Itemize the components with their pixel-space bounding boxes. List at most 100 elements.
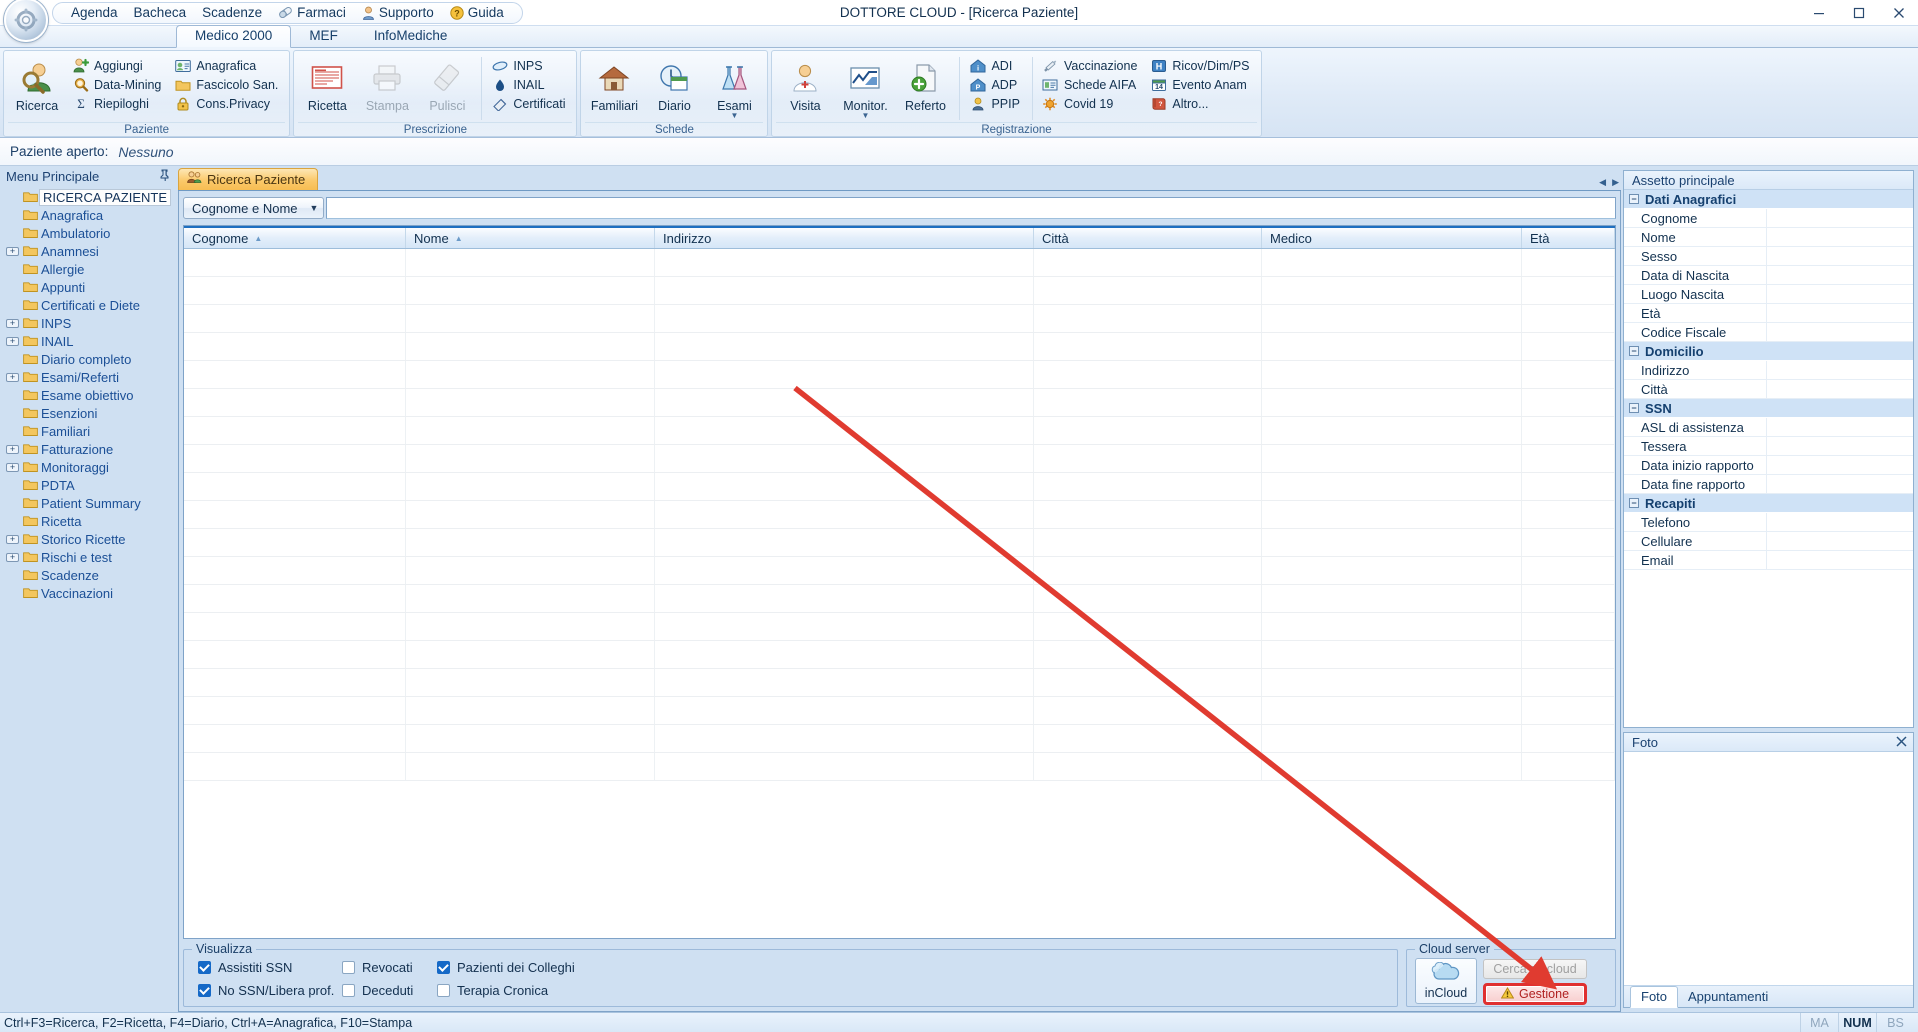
ribbon-button-fascicolo-sanitario[interactable]: Fascicolo San. xyxy=(170,75,285,94)
expand-icon[interactable]: + xyxy=(4,336,21,346)
search-input[interactable] xyxy=(326,197,1616,219)
sidebar-item-rischi-e-test[interactable]: + Rischi e test xyxy=(4,548,176,566)
ribbon-button-referto[interactable]: Referto xyxy=(896,55,954,116)
tab-prev-icon[interactable]: ◀ xyxy=(1599,177,1606,188)
menu-item-supporto[interactable]: Supporto xyxy=(354,3,442,22)
ribbon-tab-medico-2000[interactable]: Medico 2000 xyxy=(176,25,292,48)
tab-foto[interactable]: Foto xyxy=(1630,986,1679,1008)
menu-item-guida[interactable]: ? Guida xyxy=(442,3,512,22)
property-group-ssn[interactable]: − SSN xyxy=(1624,399,1913,418)
sidebar-item-familiari[interactable]: Familiari xyxy=(4,422,176,440)
ribbon-button-data-mining[interactable]: Data-Mining xyxy=(68,75,168,94)
property-value[interactable] xyxy=(1767,361,1913,379)
sidebar-item-monitoraggi[interactable]: + Monitoraggi xyxy=(4,458,176,476)
checkbox-box[interactable] xyxy=(437,984,450,997)
expand-icon[interactable]: + xyxy=(4,372,21,382)
expand-icon[interactable]: + xyxy=(4,444,21,454)
ribbon-button-altro[interactable]: ? Altro... xyxy=(1146,94,1256,113)
checkbox-revocati[interactable]: Revocati xyxy=(342,960,437,975)
ribbon-button-adp[interactable]: P ADP xyxy=(965,75,1027,94)
property-value[interactable] xyxy=(1767,513,1913,531)
ribbon-button-ricovero-dimissione-ps[interactable]: H Ricov/Dim/PS xyxy=(1146,56,1256,75)
table-row[interactable] xyxy=(184,501,1615,529)
ribbon-button-ppip[interactable]: PPIP xyxy=(965,94,1027,113)
collapse-icon[interactable]: − xyxy=(1629,194,1639,204)
chevron-down-icon[interactable]: ▼ xyxy=(862,112,870,120)
table-row[interactable] xyxy=(184,305,1615,333)
menu-item-scadenze[interactable]: Scadenze xyxy=(194,3,270,22)
expand-icon[interactable]: + xyxy=(4,534,21,544)
checkbox-terapia-cronica[interactable]: Terapia Cronica xyxy=(437,983,597,998)
grid-column-header-citt-[interactable]: Città xyxy=(1034,228,1262,248)
table-row[interactable] xyxy=(184,641,1615,669)
property-value[interactable] xyxy=(1767,532,1913,550)
ribbon-button-inps[interactable]: INPS xyxy=(487,56,572,75)
property-value[interactable] xyxy=(1767,228,1913,246)
table-row[interactable] xyxy=(184,669,1615,697)
property-value[interactable] xyxy=(1767,209,1913,227)
checkbox-box[interactable] xyxy=(437,961,450,974)
property-value[interactable] xyxy=(1767,304,1913,322)
checkbox-box[interactable] xyxy=(342,961,355,974)
table-row[interactable] xyxy=(184,725,1615,753)
sidebar-item-anamnesi[interactable]: + Anamnesi xyxy=(4,242,176,260)
ribbon-button-diario[interactable]: Diario xyxy=(645,55,703,116)
ribbon-button-vaccinazione[interactable]: Vaccinazione xyxy=(1038,56,1144,75)
table-row[interactable] xyxy=(184,529,1615,557)
collapse-icon[interactable]: − xyxy=(1629,346,1639,356)
checkbox-assistiti-ssn[interactable]: Assistiti SSN xyxy=(198,960,342,975)
property-value[interactable] xyxy=(1767,418,1913,436)
sidebar-item-appunti[interactable]: Appunti xyxy=(4,278,176,296)
sidebar-item-esenzioni[interactable]: Esenzioni xyxy=(4,404,176,422)
property-group-recapiti[interactable]: − Recapiti xyxy=(1624,494,1913,513)
checkbox-pazienti-dei-colleghi[interactable]: Pazienti dei Colleghi xyxy=(437,960,597,975)
ribbon-button-aggiungi[interactable]: Aggiungi xyxy=(68,56,168,75)
menu-item-agenda[interactable]: Agenda xyxy=(63,3,126,22)
search-mode-combo[interactable]: Cognome e Nome ▼ xyxy=(183,197,325,219)
collapse-icon[interactable]: − xyxy=(1629,498,1639,508)
property-value[interactable] xyxy=(1767,380,1913,398)
ribbon-button-adi[interactable]: i ADI xyxy=(965,56,1027,75)
table-row[interactable] xyxy=(184,445,1615,473)
expand-icon[interactable]: + xyxy=(4,552,21,562)
collapse-icon[interactable]: − xyxy=(1629,403,1639,413)
sidebar-item-pdta[interactable]: PDTA xyxy=(4,476,176,494)
expand-icon[interactable]: + xyxy=(4,318,21,328)
ribbon-button-riepiloghi[interactable]: Σ Riepiloghi xyxy=(68,94,168,113)
chevron-down-icon[interactable]: ▼ xyxy=(731,112,739,120)
property-group-domicilio[interactable]: − Domicilio xyxy=(1624,342,1913,361)
property-value[interactable] xyxy=(1767,437,1913,455)
gestione-button[interactable]: Gestione xyxy=(1483,983,1587,1005)
sidebar-item-allergie[interactable]: Allergie xyxy=(4,260,176,278)
ribbon-button-esami[interactable]: Esami ▼ xyxy=(705,55,763,122)
sidebar-item-inps[interactable]: + INPS xyxy=(4,314,176,332)
tab-appuntamenti[interactable]: Appuntamenti xyxy=(1678,987,1778,1007)
grid-column-header-medico[interactable]: Medico xyxy=(1262,228,1522,248)
table-row[interactable] xyxy=(184,333,1615,361)
ribbon-button-familiari[interactable]: Familiari xyxy=(585,55,643,116)
ribbon-button-pulisci[interactable]: Pulisci xyxy=(418,55,476,116)
close-button[interactable] xyxy=(1886,3,1912,23)
cerca-su-cloud-button[interactable]: Cerca su cloud xyxy=(1483,959,1587,979)
grid-column-header-cognome[interactable]: Cognome ▲ xyxy=(184,228,406,248)
pin-icon[interactable] xyxy=(159,168,170,184)
table-row[interactable] xyxy=(184,389,1615,417)
sidebar-item-scadenze[interactable]: Scadenze xyxy=(4,566,176,584)
checkbox-box[interactable] xyxy=(198,984,211,997)
sidebar-item-storico-ricette[interactable]: + Storico Ricette xyxy=(4,530,176,548)
ribbon-button-visita[interactable]: Visita xyxy=(776,55,834,116)
tab-next-icon[interactable]: ▶ xyxy=(1612,177,1619,188)
incloud-button[interactable]: inCloud xyxy=(1415,958,1477,1004)
ribbon-button-certificati[interactable]: Certificati xyxy=(487,94,572,113)
sidebar-item-anagrafica[interactable]: Anagrafica xyxy=(4,206,176,224)
close-icon[interactable] xyxy=(1896,735,1907,750)
sidebar-item-ricetta[interactable]: Ricetta xyxy=(4,512,176,530)
ribbon-button-anagrafica[interactable]: Anagrafica xyxy=(170,56,285,75)
ribbon-button-consenso-privacy[interactable]: Cons.Privacy xyxy=(170,94,285,113)
table-row[interactable] xyxy=(184,249,1615,277)
sidebar-item-esame-obiettivo[interactable]: Esame obiettivo xyxy=(4,386,176,404)
grid-column-header-indirizzo[interactable]: Indirizzo xyxy=(655,228,1034,248)
ribbon-button-schede-aifa[interactable]: Schede AIFA xyxy=(1038,75,1144,94)
ribbon-button-ricerca[interactable]: Ricerca xyxy=(8,55,66,116)
table-row[interactable] xyxy=(184,277,1615,305)
